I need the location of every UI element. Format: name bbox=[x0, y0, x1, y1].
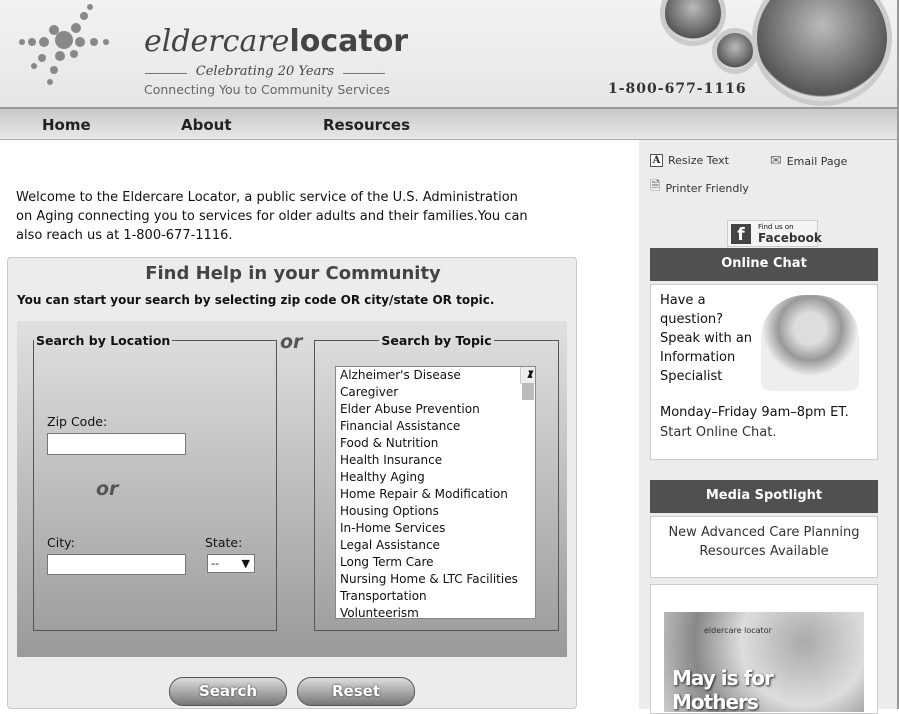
city-input[interactable] bbox=[47, 554, 186, 575]
state-value: -- bbox=[211, 557, 219, 570]
dropdown-arrow-icon: ▼ bbox=[241, 557, 250, 570]
topic-option[interactable]: Alzheimer's Disease bbox=[338, 367, 535, 384]
chat-text: Have a question? Speak with an Informati… bbox=[660, 293, 753, 384]
promo-text: May is for Mothers bbox=[672, 666, 774, 714]
reset-button[interactable]: Reset bbox=[297, 677, 415, 706]
font-size-icon: A bbox=[650, 154, 663, 167]
or-text: or bbox=[280, 331, 303, 353]
search-area: Search by Location Zip Code: or City: St… bbox=[17, 321, 567, 657]
search-button[interactable]: Search bbox=[169, 677, 287, 706]
facebook-icon: f bbox=[731, 224, 751, 245]
start-chat-link[interactable]: Start Online Chat. bbox=[660, 425, 776, 440]
state-label: State: bbox=[205, 535, 243, 550]
topic-option[interactable]: Home Repair & Modification bbox=[338, 486, 535, 503]
online-chat-panel: Have a question? Speak with an Informati… bbox=[650, 284, 878, 460]
topic-option[interactable]: Nursing Home & LTC Facilities bbox=[338, 571, 535, 588]
promo-banner[interactable]: eldercare locator May is for Mothers bbox=[664, 612, 864, 714]
printer-friendly-link[interactable]: 🗎 Printer Friendly bbox=[650, 177, 749, 199]
photo-couple bbox=[752, 0, 892, 106]
welcome-text: Welcome to the Eldercare Locator, a publ… bbox=[16, 190, 528, 243]
site-header: eldercarelocator Celebrating 20 Years Co… bbox=[0, 0, 899, 107]
nav-home[interactable]: Home bbox=[42, 116, 91, 134]
find-help-panel: Find Help in your Community You can star… bbox=[7, 257, 577, 709]
topic-option[interactable]: Caregiver bbox=[338, 384, 535, 401]
scrollbar[interactable]: ▲ ▼ bbox=[520, 367, 535, 400]
topic-fieldset: Search by Topic Alzheimer's Disease Careg… bbox=[314, 333, 559, 631]
location-legend: Search by Location bbox=[36, 333, 171, 348]
scroll-down-icon[interactable]: ▼ bbox=[523, 367, 535, 382]
topic-option[interactable]: Food & Nutrition bbox=[338, 435, 535, 452]
sidebar: A Resize Text ✉ Email Page 🗎 Printer Friend… bbox=[639, 140, 897, 714]
topic-legend: Search by Topic bbox=[381, 333, 492, 348]
find-help-subtitle: You can start your search by selecting z… bbox=[17, 293, 495, 307]
resize-text-label: Resize Text bbox=[668, 154, 729, 167]
topic-option[interactable]: Housing Options bbox=[338, 503, 535, 520]
promo-panel: eldercare locator May is for Mothers bbox=[650, 584, 878, 714]
facebook-button[interactable]: f Find us on Facebook bbox=[727, 220, 822, 247]
online-chat-header: Online Chat bbox=[650, 248, 878, 281]
chat-hours: Monday–Friday 9am–8pm ET. bbox=[660, 405, 849, 420]
email-page-label: Email Page bbox=[786, 154, 848, 168]
media-spotlight-header: Media Spotlight bbox=[650, 480, 878, 513]
nav-about[interactable]: About bbox=[181, 116, 232, 134]
topic-option[interactable]: Long Term Care bbox=[338, 554, 535, 571]
state-select[interactable]: -- ▼ bbox=[207, 554, 255, 573]
topic-option[interactable]: Healthy Aging bbox=[338, 469, 535, 486]
logo-bold: locator bbox=[289, 24, 409, 59]
location-fieldset: Search by Location Zip Code: or City: St… bbox=[33, 333, 277, 631]
main-nav: Home About Resources bbox=[0, 107, 899, 140]
scrollbar-thumb[interactable] bbox=[522, 383, 534, 400]
topic-option[interactable]: Volunteerism bbox=[338, 605, 535, 618]
promo-logo: eldercare locator bbox=[704, 626, 772, 635]
celebrating-text: Celebrating 20 Years bbox=[145, 64, 385, 79]
topic-listbox[interactable]: Alzheimer's Disease Caregiver Elder Abuse … bbox=[335, 366, 536, 619]
logo-light: eldercare bbox=[144, 24, 290, 59]
chat-specialist-photo bbox=[761, 295, 859, 391]
email-page-link[interactable]: ✉ Email Page bbox=[770, 153, 847, 169]
topic-option[interactable]: Health Insurance bbox=[338, 452, 535, 469]
resize-text-link[interactable]: A Resize Text bbox=[650, 154, 729, 167]
topic-option[interactable]: Financial Assistance bbox=[338, 418, 535, 435]
tagline: Connecting You to Community Services bbox=[144, 82, 391, 97]
city-label: City: bbox=[47, 535, 75, 550]
find-help-title: Find Help in your Community bbox=[145, 263, 441, 284]
document-icon: 🗎 bbox=[650, 179, 661, 194]
printer-friendly-label: Printer Friendly bbox=[665, 181, 749, 195]
facebook-big-text: Facebook bbox=[758, 231, 822, 245]
or-text: or bbox=[96, 478, 119, 500]
zip-label: Zip Code: bbox=[47, 414, 108, 429]
logo-text[interactable]: eldercarelocator bbox=[144, 24, 408, 59]
header-phone: 1-800-677-1116 bbox=[608, 81, 747, 97]
topic-option[interactable]: Transportation bbox=[338, 588, 535, 605]
nav-resources[interactable]: Resources bbox=[323, 116, 410, 134]
topic-option[interactable]: Legal Assistance bbox=[338, 537, 535, 554]
zip-input[interactable] bbox=[47, 433, 186, 455]
topic-option[interactable]: In-Home Services bbox=[338, 520, 535, 537]
topic-option[interactable]: Elder Abuse Prevention bbox=[338, 401, 535, 418]
logo-star-icon bbox=[19, 4, 109, 85]
envelope-icon: ✉ bbox=[770, 153, 782, 169]
media-spotlight-link[interactable]: New Advanced Care Planning Resources Ava… bbox=[650, 516, 878, 578]
facebook-small-text: Find us on bbox=[758, 223, 794, 231]
